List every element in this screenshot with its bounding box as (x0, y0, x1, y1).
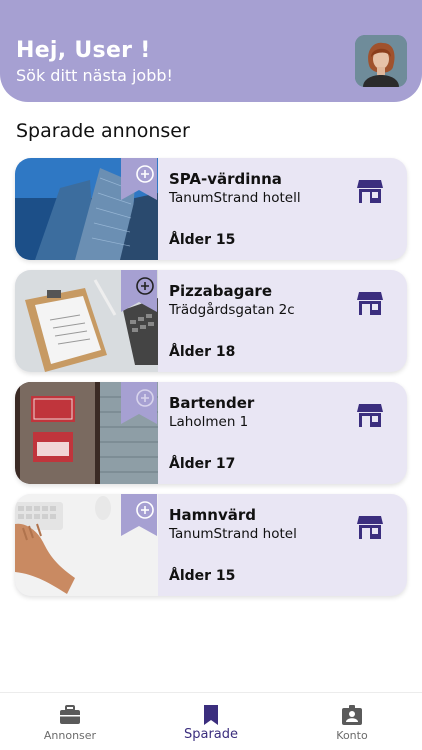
bookmark-icon (204, 705, 218, 725)
bookmark-add-icon[interactable] (121, 494, 157, 536)
store-icon[interactable] (357, 402, 383, 428)
briefcase-icon (60, 705, 80, 724)
nav-label: Annonser (43, 729, 97, 742)
greeting: Hej, User ! (16, 38, 151, 63)
job-card[interactable]: Hamnvärd TanumStrand hotel Ålder 15 (15, 494, 407, 596)
job-location: TanumStrand hotel (169, 526, 297, 542)
job-title: SPA-värdinna (169, 170, 282, 188)
nav-item-annonser[interactable]: Annonser (0, 693, 140, 750)
job-title: Bartender (169, 394, 255, 412)
id-badge-icon (342, 705, 362, 725)
job-location: Trädgårdsgatan 2c (169, 302, 295, 318)
job-age: Ålder 15 (169, 232, 236, 248)
bookmark-add-icon[interactable] (121, 158, 157, 200)
profile-photo (355, 35, 407, 87)
section-title: Sparade annonser (16, 120, 190, 142)
nav-label: Konto (336, 729, 368, 742)
job-location: Laholmen 1 (169, 414, 249, 430)
store-icon[interactable] (357, 290, 383, 316)
bookmark-add-icon[interactable] (121, 382, 157, 424)
job-location: TanumStrand hotell (169, 190, 301, 206)
job-title: Hamnvärd (169, 506, 257, 524)
job-age: Ålder 18 (169, 344, 236, 360)
nav-label: Sparade (183, 727, 239, 742)
job-title: Pizzabagare (169, 282, 273, 300)
bookmark-add-icon[interactable] (121, 270, 157, 312)
job-card[interactable]: SPA-värdinna TanumStrand hotell Ålder 15 (15, 158, 407, 260)
store-icon[interactable] (357, 178, 383, 204)
nav-item-konto[interactable]: Konto (282, 693, 422, 750)
job-card[interactable]: Pizzabagare Trädgårdsgatan 2c Ålder 18 (15, 270, 407, 372)
bottom-navigation: Annonser Sparade Konto (0, 692, 422, 750)
avatar[interactable] (355, 35, 407, 87)
job-card[interactable]: Bartender Laholmen 1 Ålder 17 (15, 382, 407, 484)
store-icon[interactable] (357, 514, 383, 540)
subtitle: Sök ditt nästa jobb! (16, 66, 173, 85)
job-age: Ålder 15 (169, 568, 236, 584)
job-age: Ålder 17 (169, 456, 236, 472)
header: Hej, User ! Sök ditt nästa jobb! (0, 0, 422, 102)
nav-item-sparade[interactable]: Sparade (141, 693, 281, 750)
